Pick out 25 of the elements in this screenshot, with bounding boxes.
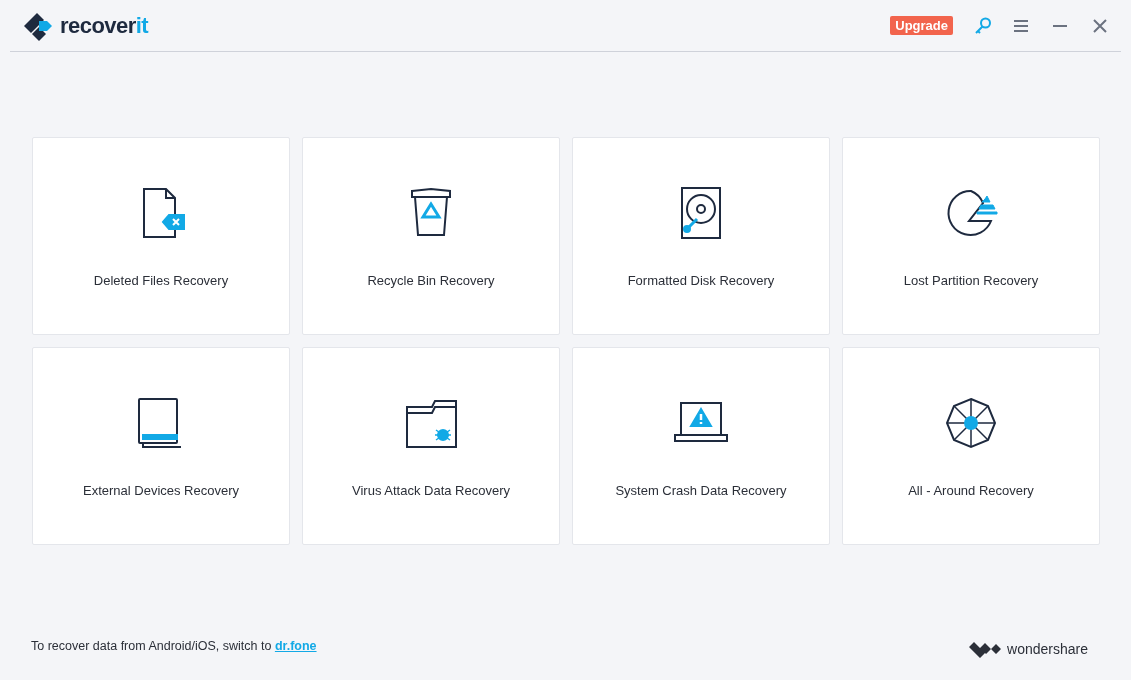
recovery-option-card[interactable]: Deleted Files Recovery [32,137,290,335]
recovery-option-card[interactable]: Formatted Disk Recovery [572,137,830,335]
recovery-option-card[interactable]: All - Around Recovery [842,347,1100,545]
card-label: Virus Attack Data Recovery [352,482,510,500]
spider-web-icon [943,395,999,451]
recovery-option-card[interactable]: System Crash Data Recovery [572,347,830,545]
brand-logo-icon [969,641,1002,658]
card-label: All - Around Recovery [908,482,1034,500]
key-icon[interactable] [973,15,993,36]
close-icon[interactable] [1093,18,1107,33]
card-label: Lost Partition Recovery [903,272,1039,290]
recovery-option-card[interactable]: External Devices Recovery [32,347,290,545]
card-label: Deleted Files Recovery [93,272,229,290]
recovery-option-card[interactable]: Recycle Bin Recovery [302,137,560,335]
footer-message: To recover data from Android/iOS, switch to dr.fone [31,638,317,656]
menu-icon[interactable] [1013,18,1029,33]
card-label: External Devices Recovery [82,482,240,500]
card-label: Recycle Bin Recovery [367,272,495,290]
recovery-option-card[interactable]: Virus Attack Data Recovery [302,347,560,545]
recovery-option-card[interactable]: Lost Partition Recovery [842,137,1100,335]
logo-icon [22,10,52,41]
card-label: System Crash Data Recovery [615,482,787,500]
brand-name: wondershare [1007,640,1088,659]
card-label: Formatted Disk Recovery [627,272,775,290]
app-logo-text: recoverit [60,12,148,40]
